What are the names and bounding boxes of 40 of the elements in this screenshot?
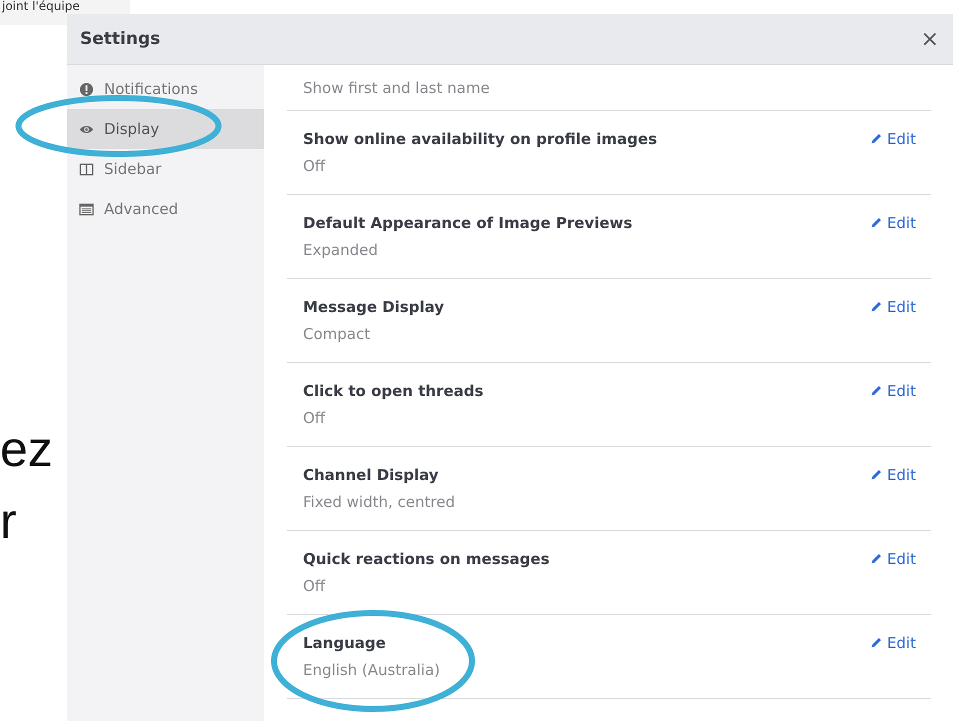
edit-link[interactable]: Edit: [870, 214, 916, 232]
setting-value: Expanded: [303, 241, 379, 259]
setting-value: Off: [303, 409, 326, 427]
setting-title: Click to open threads: [303, 382, 484, 400]
sidebar-item[interactable]: Notifications: [67, 69, 264, 109]
pencil-icon: [870, 468, 883, 481]
pencil-icon: [870, 216, 883, 229]
sidebar-item[interactable]: Sidebar: [67, 149, 264, 189]
edit-link[interactable]: Edit: [870, 382, 916, 400]
pencil-icon: [870, 552, 883, 565]
setting-title: Show online availability on profile images: [303, 130, 658, 148]
dialog-title: Settings: [80, 29, 160, 49]
alert-icon: [79, 82, 94, 96]
pencil-icon: [870, 636, 883, 649]
setting-value: English (Australia): [303, 661, 440, 679]
setting-title: Message Display: [303, 298, 444, 316]
edit-link[interactable]: Edit: [870, 550, 916, 568]
setting-value: Fixed width, centred: [303, 493, 455, 511]
pencil-icon: [870, 384, 883, 397]
columns-icon: [79, 162, 94, 176]
edit-link[interactable]: Edit: [870, 130, 916, 148]
sidebar-item[interactable]: Display: [67, 109, 264, 149]
edit-link[interactable]: Edit: [870, 634, 916, 652]
setting-value: Compact: [303, 325, 372, 343]
setting-title: Default Appearance of Image Previews: [303, 214, 632, 232]
pencil-icon: [870, 132, 883, 145]
setting-value: Off: [303, 577, 326, 595]
list-icon: [79, 202, 94, 216]
setting-title: Channel Display: [303, 466, 440, 484]
setting-title: Language: [303, 634, 387, 652]
setting-value: Off: [303, 157, 326, 175]
pencil-icon: [870, 300, 883, 313]
edit-link[interactable]: Edit: [870, 466, 916, 484]
setting-value: Show first and last name: [303, 78, 490, 96]
setting-title: Quick reactions on messages: [303, 550, 550, 568]
page-text: ez: [0, 420, 53, 478]
page-text: r: [0, 492, 17, 550]
edit-link[interactable]: Edit: [870, 298, 916, 316]
sidebar-item[interactable]: Advanced: [67, 189, 264, 229]
close-button[interactable]: ×: [918, 26, 941, 52]
